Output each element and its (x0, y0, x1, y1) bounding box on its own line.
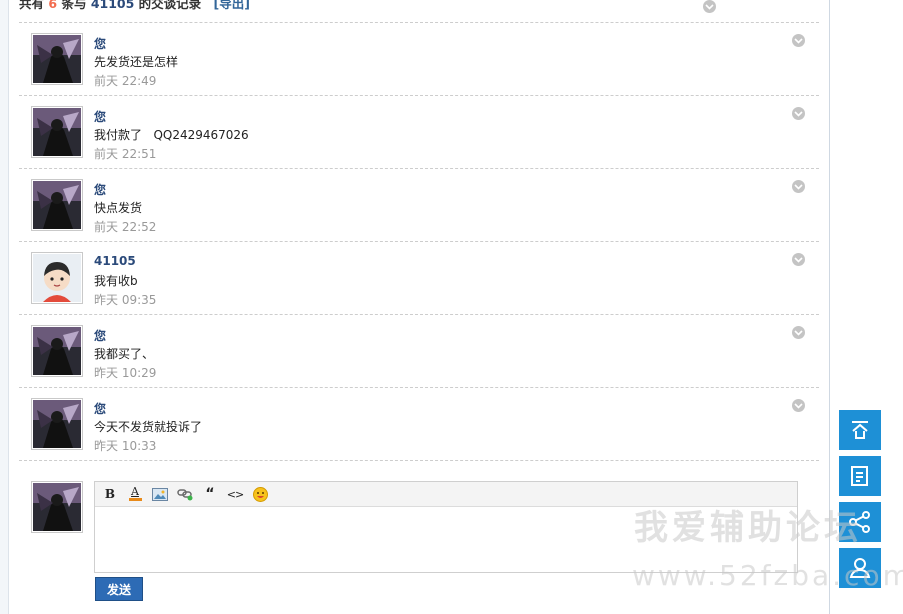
sender-name[interactable]: 您 (94, 108, 106, 125)
header-suffix: 的交谈记录 (138, 0, 202, 11)
quote-label: “ (205, 486, 215, 502)
dark-character-avatar[interactable] (31, 325, 83, 377)
message-row: 您 先发货还是怎样 前天 22:49 (19, 23, 819, 96)
message-row: 您 我付款了 QQ2429467026 前天 22:51 (19, 96, 819, 169)
watermark-url: www.52fzba.com (632, 559, 903, 592)
sender-name[interactable]: 您 (94, 181, 106, 198)
header-prefix: 共有 (19, 0, 45, 11)
message-text: 今天不发货就投诉了 (94, 420, 203, 434)
partner-name: 41105 (90, 0, 135, 11)
message-text: 我付款了 QQ2429467026 (94, 128, 249, 142)
bold-icon[interactable]: B (101, 485, 119, 503)
dark-character-avatar[interactable] (31, 398, 83, 450)
message-time: 昨天 10:29 (94, 366, 157, 380)
message-time: 前天 22:52 (94, 220, 157, 234)
conversation-header: 共有 6 条与 41105 的交谈记录 [导出] (19, 0, 819, 23)
chevron-down-icon[interactable] (703, 0, 716, 13)
sender-name[interactable]: 您 (94, 35, 106, 52)
quote-icon[interactable]: “ (201, 485, 219, 503)
document-icon[interactable] (839, 456, 881, 496)
dark-character-avatar[interactable] (31, 106, 83, 158)
message-row: 您 快点发货 前天 22:52 (19, 169, 819, 242)
chevron-down-icon[interactable] (792, 107, 805, 120)
code-label: <> (226, 487, 244, 501)
chevron-down-icon[interactable] (792, 399, 805, 412)
message-text: 我都买了、 (94, 347, 155, 361)
sender-name[interactable]: 41105 (94, 254, 136, 268)
watermark-title: 我爱辅助论坛 (634, 508, 862, 548)
sender-name[interactable]: 您 (94, 400, 106, 417)
chevron-down-icon[interactable] (792, 326, 805, 339)
message-time: 前天 22:49 (94, 74, 157, 88)
smiley-icon[interactable] (251, 485, 269, 503)
default-boy-avatar[interactable] (31, 252, 83, 304)
message-text: 先发货还是怎样 (94, 55, 179, 69)
export-link[interactable]: [导出] (214, 0, 250, 11)
back-to-top-icon[interactable] (839, 410, 881, 450)
dark-character-avatar[interactable] (31, 179, 83, 231)
chevron-down-icon[interactable] (792, 253, 805, 266)
code-icon[interactable]: <> (226, 485, 244, 503)
message-time: 前天 22:51 (94, 147, 157, 161)
left-strip (0, 0, 9, 614)
bold-label: B (104, 487, 116, 501)
message-count: 6 (48, 0, 58, 11)
font-color-icon[interactable]: A (126, 485, 144, 503)
message-row: 41105 我有收b 昨天 09:35 (19, 242, 819, 315)
header-mid: 条与 (61, 0, 87, 11)
message-time: 昨天 09:35 (94, 293, 157, 307)
link-icon[interactable] (176, 485, 194, 503)
image-icon[interactable] (151, 485, 169, 503)
message-row: 您 我都买了、 昨天 10:29 (19, 315, 819, 388)
send-button[interactable]: 发送 (95, 577, 143, 601)
message-row: 您 今天不发货就投诉了 昨天 10:33 (19, 388, 819, 461)
dark-character-avatar[interactable] (31, 33, 83, 85)
chevron-down-icon[interactable] (792, 180, 805, 193)
font-color-label: A (131, 485, 139, 498)
message-text: 快点发货 (94, 201, 143, 215)
sender-name[interactable]: 您 (94, 327, 106, 344)
message-text: 我有收b (94, 274, 138, 288)
dark-character-avatar (31, 481, 83, 533)
message-time: 昨天 10:33 (94, 439, 157, 453)
chevron-down-icon[interactable] (792, 34, 805, 47)
